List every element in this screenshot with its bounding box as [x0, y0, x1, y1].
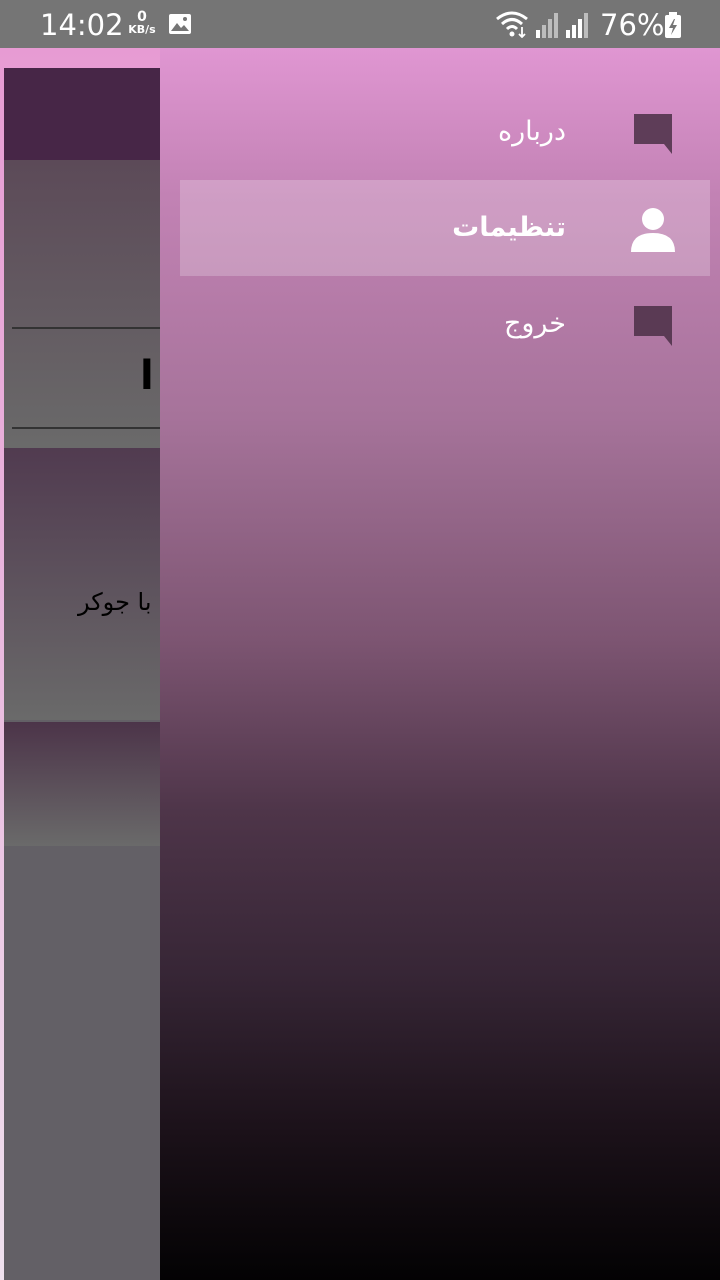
- drawer-item-logout[interactable]: خروج: [180, 276, 710, 372]
- drawer-item-label: تنظیمات: [452, 212, 566, 243]
- battery-percent: 76%: [600, 8, 665, 42]
- chat-bubble-icon: [634, 306, 672, 346]
- image-icon: [169, 14, 191, 34]
- battery-charging-icon: [665, 12, 681, 38]
- navigation-drawer: درباره تنظیمات خروج: [160, 48, 720, 1280]
- signal-icon: [566, 13, 588, 38]
- drawer-item-label: خروج: [503, 308, 566, 339]
- status-bar: 14:02 0 KB/s 76%: [0, 0, 720, 48]
- status-time: 14:02: [40, 8, 124, 42]
- net-speed-unit: KB/s: [128, 23, 156, 36]
- net-speed: 0 KB/s: [127, 10, 157, 36]
- net-speed-value: 0: [137, 9, 147, 25]
- person-icon: [631, 208, 675, 252]
- chat-bubble-icon: [634, 114, 672, 154]
- signal-icon: [536, 13, 558, 38]
- drawer-item-settings[interactable]: تنظیمات: [180, 180, 710, 276]
- heading-fragment: ا: [140, 353, 154, 399]
- drawer-item-label: درباره: [498, 116, 566, 147]
- wifi-icon: [496, 11, 528, 38]
- drawer-item-about[interactable]: درباره: [180, 84, 710, 180]
